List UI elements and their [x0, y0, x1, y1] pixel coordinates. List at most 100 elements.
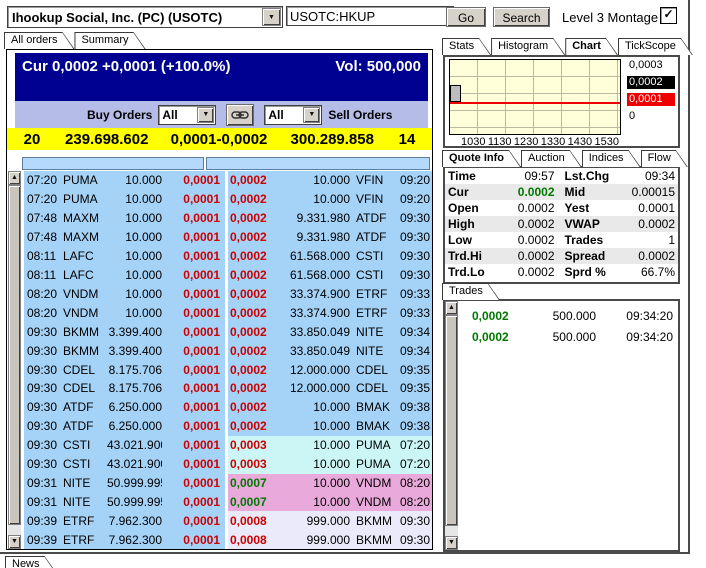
chart-tab-chart[interactable]: Chart — [565, 38, 618, 55]
order-book-row[interactable]: 08:11LAFC10.0000,00010,000261.568.000CST… — [24, 247, 432, 266]
combobox-dropdown-arrow-icon[interactable]: ▼ — [262, 8, 281, 26]
quote-tab-flow[interactable]: Flow — [641, 150, 688, 167]
order-book-row[interactable]: 09:39ETRF7.962.3000,00010,0008999.000BKM… — [24, 511, 432, 530]
buy-order[interactable]: 07:20PUMA10.0000,0001 — [24, 190, 225, 209]
buy-order[interactable]: 07:48MAXM10.0000,0001 — [24, 209, 225, 228]
buy-order[interactable]: 09:39ETRF7.962.3000,0001 — [24, 511, 225, 530]
sell-order[interactable]: 0,000310.000PUMA07:20 — [228, 436, 432, 455]
order-book-row[interactable]: 09:30CDEL8.175.7060,00010,000212.000.000… — [24, 379, 432, 398]
sell-order[interactable]: 0,0008999.000BKMM09:30 — [228, 511, 432, 530]
buy-orders-filter-select[interactable]: All ▼ — [158, 105, 216, 125]
sell-order[interactable]: 0,00029.331.980ATDF09:30 — [228, 209, 432, 228]
buy-order[interactable]: 07:48MAXM10.0000,0001 — [24, 228, 225, 247]
trades-tab-trades[interactable]: Trades — [442, 283, 500, 300]
quote-tab-quote-info[interactable]: Quote Info — [442, 150, 521, 167]
buy-market-maker: ETRF — [63, 533, 107, 547]
trades-scrollbar-track[interactable] — [445, 526, 458, 536]
sell-order[interactable]: 0,000310.000PUMA07:20 — [228, 455, 432, 474]
sell-time: 09:34 — [396, 325, 432, 339]
sell-order[interactable]: 0,000210.000VFIN09:20 — [228, 190, 432, 209]
order-book-row[interactable]: 07:20PUMA10.0000,00010,000210.000VFIN09:… — [24, 171, 432, 190]
buy-order[interactable]: 08:11LAFC10.0000,0001 — [24, 247, 225, 266]
buy-order[interactable]: 09:30BKMM3.399.4000,0001 — [24, 341, 225, 360]
order-book-row[interactable]: 08:20VNDM10.0000,00010,000233.374.900ETR… — [24, 284, 432, 303]
order-book-row[interactable]: 08:20VNDM10.0000,00010,000233.374.900ETR… — [24, 303, 432, 322]
montage-tab-all-orders[interactable]: All orders — [4, 32, 74, 49]
symbol-input[interactable] — [286, 6, 454, 26]
buy-order[interactable]: 08:20VNDM10.0000,0001 — [24, 284, 225, 303]
order-book-row[interactable]: 09:30BKMM3.399.4000,00010,000233.850.049… — [24, 322, 432, 341]
trades-scroll-down-arrow-icon[interactable]: ▼ — [445, 536, 458, 550]
quote-value: 0.0001 — [625, 201, 676, 215]
buy-order[interactable]: 09:30CDEL8.175.7060,0001 — [24, 360, 225, 379]
sell-order[interactable]: 0,000212.000.000CDEL09:35 — [228, 360, 432, 379]
order-book-row[interactable]: 07:20PUMA10.0000,00010,000210.000VFIN09:… — [24, 190, 432, 209]
chart-tab-tickscope[interactable]: TickScope — [618, 38, 693, 55]
buy-order[interactable]: 09:30BKMM3.399.4000,0001 — [24, 322, 225, 341]
sell-orders-filter-select[interactable]: All ▼ — [264, 105, 322, 125]
buy-order[interactable]: 09:39ETRF7.962.3000,0001 — [24, 530, 225, 549]
buy-order[interactable]: 08:20VNDM10.0000,0001 — [24, 303, 225, 322]
buy-order[interactable]: 09:31NITE50.999.9950,0001 — [24, 492, 225, 511]
trades-scrollbar-thumb[interactable] — [445, 315, 458, 526]
buy-order[interactable]: 09:30CDEL8.175.7060,0001 — [24, 379, 225, 398]
order-book-row[interactable]: 09:31NITE50.999.9950,00010,000710.000VND… — [24, 474, 432, 493]
trade-time: 09:34:20 — [596, 309, 678, 323]
quote-tab-indices[interactable]: Indices — [582, 150, 641, 167]
buy-order[interactable]: 09:30CSTI43.021.9000,0001 — [24, 436, 225, 455]
order-book-row[interactable]: 09:39ETRF7.962.3000,00010,0008999.000BKM… — [24, 530, 432, 549]
go-button[interactable]: Go — [446, 7, 486, 27]
sell-order[interactable]: 0,000710.000VNDM08:20 — [228, 474, 432, 493]
buy-order[interactable]: 09:30ATDF6.250.0000,0001 — [24, 417, 225, 436]
sell-market-maker: ATDF — [350, 211, 396, 225]
scrollbar-thumb[interactable] — [8, 185, 21, 525]
order-book-row[interactable]: 07:48MAXM10.0000,00010,00029.331.980ATDF… — [24, 228, 432, 247]
quote-tab-auction[interactable]: Auction — [521, 150, 582, 167]
buy-filter-dropdown-arrow-icon[interactable]: ▼ — [197, 107, 214, 123]
chart-y-tick-0-0003: 0,0003 — [627, 59, 677, 72]
sell-order[interactable]: 0,0008999.000BKMM09:30 — [228, 530, 432, 549]
order-book-row[interactable]: 09:30CSTI43.021.9000,00010,000310.000PUM… — [24, 436, 432, 455]
scroll-up-arrow-icon[interactable]: ▲ — [8, 171, 21, 185]
chart-tab-stats[interactable]: Stats — [442, 38, 491, 55]
sell-order[interactable]: 0,000261.568.000CSTI09:30 — [228, 266, 432, 285]
sell-order[interactable]: 0,000710.000VNDM08:20 — [228, 492, 432, 511]
order-book-row[interactable]: 09:30ATDF6.250.0000,00010,000210.000BMAK… — [24, 398, 432, 417]
sell-order[interactable]: 0,000233.374.900ETRF09:33 — [228, 284, 432, 303]
link-filters-button[interactable] — [226, 104, 254, 126]
buy-order[interactable]: 07:20PUMA10.0000,0001 — [24, 171, 225, 190]
search-button[interactable]: Search — [493, 7, 550, 27]
sell-order[interactable]: 0,000210.000BMAK09:38 — [228, 398, 432, 417]
scroll-down-arrow-icon[interactable]: ▼ — [8, 535, 21, 549]
order-book-row[interactable]: 09:30CDEL8.175.7060,00010,000212.000.000… — [24, 360, 432, 379]
buy-order[interactable]: 09:30CSTI43.021.9000,0001 — [24, 455, 225, 474]
order-book-row[interactable]: 09:30BKMM3.399.4000,00010,000233.850.049… — [24, 341, 432, 360]
sell-order[interactable]: 0,00029.331.980ATDF09:30 — [228, 228, 432, 247]
scrollbar-track[interactable] — [8, 525, 21, 535]
order-book-row[interactable]: 08:11LAFC10.0000,00010,000261.568.000CST… — [24, 266, 432, 285]
sell-order[interactable]: 0,000210.000BMAK09:38 — [228, 417, 432, 436]
news-tab-news[interactable]: News — [5, 556, 57, 568]
order-book-row[interactable]: 09:31NITE50.999.9950,00010,000710.000VND… — [24, 492, 432, 511]
order-book-row[interactable]: 09:30CSTI43.021.9000,00010,000310.000PUM… — [24, 455, 432, 474]
montage-tab-summary[interactable]: Summary — [74, 32, 145, 49]
trades-scrollbar[interactable]: ▲ ▼ — [445, 301, 458, 550]
trades-scroll-up-arrow-icon[interactable]: ▲ — [445, 301, 458, 315]
level3-montage-checkbox[interactable]: ✓ — [660, 7, 677, 24]
sell-order[interactable]: 0,000210.000VFIN09:20 — [228, 171, 432, 190]
order-book-row[interactable]: 07:48MAXM10.0000,00010,00029.331.980ATDF… — [24, 209, 432, 228]
sell-order[interactable]: 0,000233.850.049NITE09:34 — [228, 322, 432, 341]
buy-order[interactable]: 09:30ATDF6.250.0000,0001 — [24, 398, 225, 417]
sell-order[interactable]: 0,000233.850.049NITE09:34 — [228, 341, 432, 360]
sell-order[interactable]: 0,000212.000.000CDEL09:35 — [228, 379, 432, 398]
sell-order[interactable]: 0,000261.568.000CSTI09:30 — [228, 247, 432, 266]
symbol-combobox[interactable]: Ihookup Social, Inc. (PC) (USOTC) ▼ — [7, 6, 283, 28]
order-book-scrollbar[interactable]: ▲ ▼ — [8, 171, 21, 549]
buy-market-maker: VNDM — [63, 287, 107, 301]
sell-order[interactable]: 0,000233.374.900ETRF09:33 — [228, 303, 432, 322]
buy-order[interactable]: 08:11LAFC10.0000,0001 — [24, 266, 225, 285]
buy-order[interactable]: 09:31NITE50.999.9950,0001 — [24, 474, 225, 493]
sell-filter-dropdown-arrow-icon[interactable]: ▼ — [303, 107, 320, 123]
order-book-row[interactable]: 09:30ATDF6.250.0000,00010,000210.000BMAK… — [24, 417, 432, 436]
chart-tab-histogram[interactable]: Histogram — [491, 38, 565, 55]
